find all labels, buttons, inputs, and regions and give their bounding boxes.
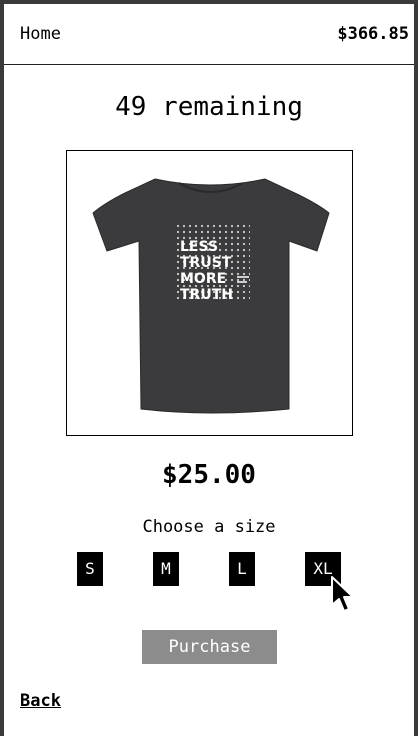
- size-button-s[interactable]: S: [77, 552, 103, 586]
- product-price: $25.00: [162, 460, 256, 490]
- print-small-mark: [237, 281, 247, 283]
- back-link[interactable]: Back: [20, 691, 61, 711]
- shirt-text-line: LESS: [180, 239, 218, 255]
- home-link[interactable]: Home: [20, 24, 61, 44]
- tshirt-image: LESS TRUST MORE TRUTH: [92, 178, 330, 414]
- shirt-text-line: TRUTH: [180, 287, 233, 303]
- account-balance: $366.85: [337, 24, 409, 44]
- size-prompt: Choose a size: [142, 517, 276, 537]
- size-button-l[interactable]: L: [229, 552, 255, 586]
- shirt-text-line: TRUST: [180, 255, 232, 271]
- shirt-text-line: MORE: [180, 271, 226, 287]
- top-bar: Home $366.85: [4, 4, 414, 65]
- mouse-pointer-icon: [331, 576, 354, 612]
- size-button-m[interactable]: M: [153, 552, 179, 586]
- stock-remaining: 49 remaining: [115, 92, 303, 122]
- product-image: LESS TRUST MORE TRUTH: [66, 150, 353, 436]
- print-small-mark: [237, 276, 249, 278]
- purchase-button[interactable]: Purchase: [142, 630, 277, 664]
